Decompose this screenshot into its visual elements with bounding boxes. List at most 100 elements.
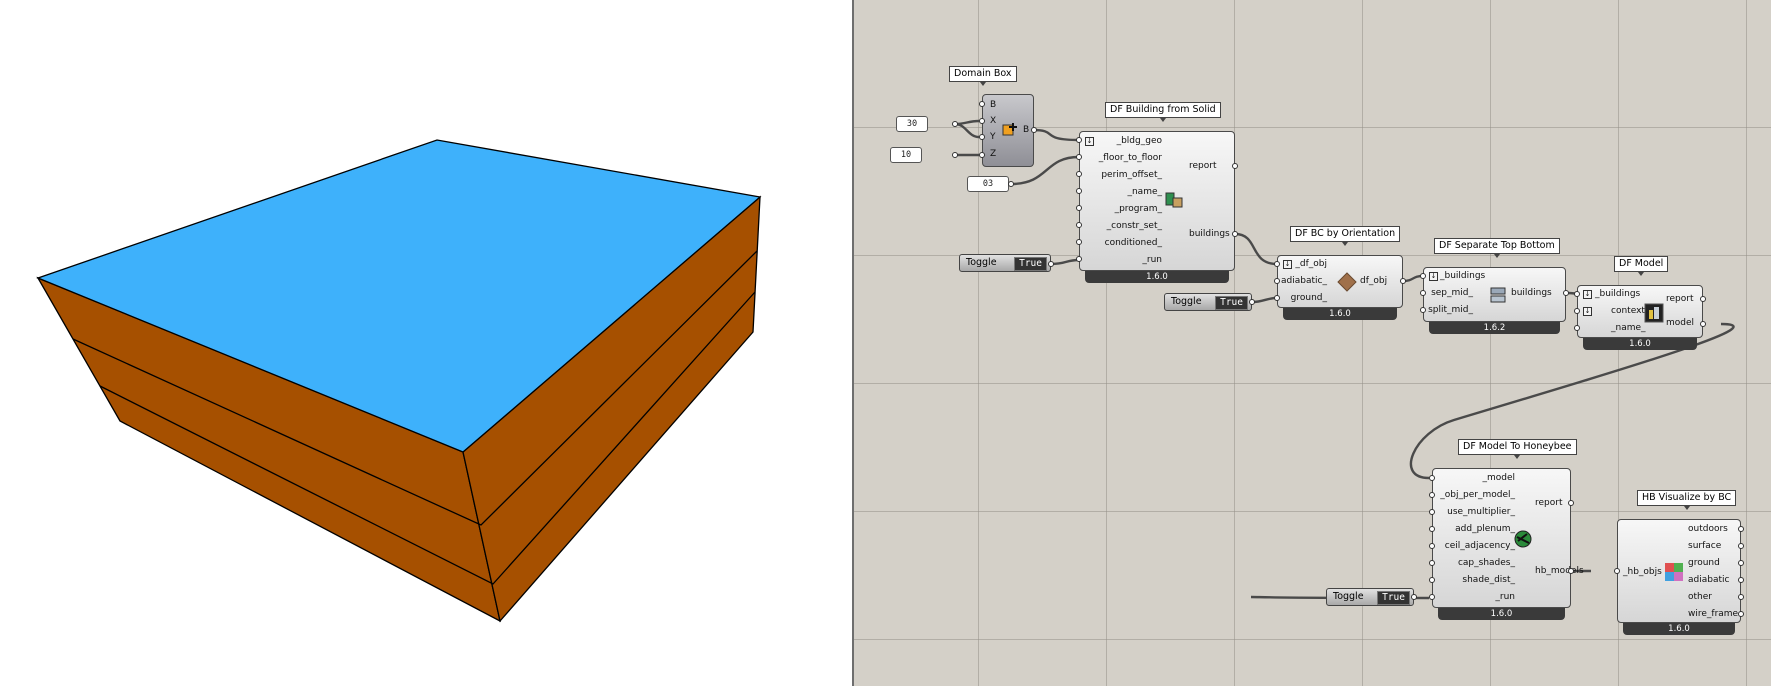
grip[interactable] [1076, 137, 1082, 143]
grip[interactable] [1429, 526, 1435, 532]
grip[interactable] [1429, 475, 1435, 481]
grip[interactable] [1232, 163, 1238, 169]
grip[interactable] [979, 152, 985, 158]
domain-box-input-y: Y [990, 132, 996, 142]
grip[interactable] [1076, 239, 1082, 245]
grip[interactable] [1429, 509, 1435, 515]
df-model-output: report [1666, 294, 1694, 304]
grip[interactable] [1738, 560, 1744, 566]
df-sep-input: split_mid_ [1428, 305, 1473, 315]
grip[interactable] [1274, 261, 1280, 267]
df-sep-component[interactable]: ↓ _buildings sep_mid_ split_mid_ buildin… [1423, 267, 1566, 322]
df-bc-version: 1.6.0 [1283, 308, 1397, 320]
flatten-icon: ↓ [1429, 272, 1438, 281]
box-icon [1002, 123, 1017, 136]
stacked-building-icon [1490, 287, 1506, 303]
grip[interactable] [1568, 568, 1574, 574]
grip[interactable] [1411, 594, 1417, 600]
grip[interactable] [1076, 154, 1082, 160]
df-to-hb-output: report [1535, 498, 1563, 508]
grip[interactable] [1429, 560, 1435, 566]
perim-value-panel[interactable]: 03 [967, 176, 1009, 192]
df-model-title: DF Model [1614, 256, 1669, 276]
hb-vis-output: wire_frame [1688, 609, 1739, 619]
grip[interactable] [1738, 594, 1744, 600]
grasshopper-canvas[interactable]: Domain Box B X Y Z B 30 10 03 DF Buildin… [854, 0, 1771, 686]
grip[interactable] [1076, 222, 1082, 228]
df-to-hb-input: _run [1495, 592, 1515, 602]
grip[interactable] [1232, 231, 1238, 237]
model-icon [1644, 303, 1664, 323]
df-sep-output: buildings [1511, 288, 1552, 298]
grip[interactable] [1574, 308, 1580, 314]
df-building-input: perim_offset_ [1101, 170, 1162, 180]
df-building-input: _bldg_geo [1116, 136, 1162, 146]
grip[interactable] [1031, 127, 1037, 133]
grip[interactable] [1738, 543, 1744, 549]
grip[interactable] [952, 121, 958, 127]
run-toggle-2[interactable]: Toggle True [1164, 293, 1252, 311]
grip[interactable] [979, 101, 985, 107]
grip[interactable] [1738, 526, 1744, 532]
grip[interactable] [1429, 594, 1435, 600]
grip[interactable] [1274, 278, 1280, 284]
rhino-viewport[interactable] [0, 0, 852, 686]
grip[interactable] [952, 152, 958, 158]
grip[interactable] [1274, 295, 1280, 301]
hb-vis-component[interactable]: _hb_objs outdoors surface ground adiabat… [1617, 519, 1741, 623]
domain-box-input-b: B [990, 100, 997, 110]
df-to-hb-output: hb_models [1535, 566, 1584, 576]
df-building-component[interactable]: ↓ _bldg_geo _floor_to_floor perim_offset… [1079, 131, 1235, 271]
grip[interactable] [1008, 181, 1014, 187]
building-massing-3d [36, 139, 762, 623]
grip[interactable] [1563, 290, 1569, 296]
run-toggle-1[interactable]: Toggle True [959, 254, 1051, 272]
grip[interactable] [1249, 299, 1255, 305]
grip[interactable] [1048, 261, 1054, 267]
toggle-label: Toggle [1171, 296, 1202, 307]
x-value-panel[interactable]: 30 [896, 116, 928, 132]
grip[interactable] [979, 118, 985, 124]
grip[interactable] [1076, 205, 1082, 211]
honeybee-icon [1514, 530, 1532, 548]
grip[interactable] [1429, 577, 1435, 583]
grip[interactable] [1420, 290, 1426, 296]
grip[interactable] [1574, 291, 1580, 297]
toggle-value[interactable]: True [1377, 591, 1410, 605]
grip[interactable] [1076, 188, 1082, 194]
grip[interactable] [1568, 500, 1574, 506]
hb-vis-input: _hb_objs [1623, 567, 1662, 577]
run-toggle-3[interactable]: Toggle True [1326, 588, 1414, 606]
grip[interactable] [1738, 577, 1744, 583]
toggle-value[interactable]: True [1215, 296, 1248, 310]
df-bc-component[interactable]: ↓ _df_obj adiabatic_ ground_ df_obj [1277, 255, 1403, 308]
grip[interactable] [1076, 171, 1082, 177]
grip[interactable] [1420, 307, 1426, 313]
grip[interactable] [1700, 296, 1706, 302]
df-building-input: _constr_set_ [1106, 221, 1162, 231]
z-value-panel[interactable]: 10 [890, 147, 922, 163]
df-building-input: _run [1142, 255, 1162, 265]
df-model-input: _buildings [1595, 289, 1641, 299]
grip[interactable] [1076, 256, 1082, 262]
grip[interactable] [1429, 543, 1435, 549]
df-model-component[interactable]: ↓ ↓ _buildings context_ _name_ report mo… [1577, 285, 1703, 338]
df-building-input: _name_ [1127, 187, 1162, 197]
grip[interactable] [1738, 611, 1744, 617]
domain-box-component[interactable]: B X Y Z B [982, 94, 1034, 167]
df-to-hb-component[interactable]: _model _obj_per_model_ use_multiplier_ a… [1432, 468, 1584, 608]
grip[interactable] [1614, 568, 1620, 574]
df-to-hb-input: shade_dist_ [1462, 575, 1515, 585]
toggle-value[interactable]: True [1014, 257, 1047, 271]
df-to-hb-version: 1.6.0 [1438, 608, 1565, 620]
wire-toggle1 [1050, 258, 1080, 266]
grip[interactable] [1400, 278, 1406, 284]
grip[interactable] [1574, 325, 1580, 331]
grip[interactable] [979, 134, 985, 140]
grip[interactable] [1429, 492, 1435, 498]
grip[interactable] [1700, 321, 1706, 327]
flatten-icon: ↓ [1085, 137, 1094, 146]
grip[interactable] [1420, 273, 1426, 279]
df-bc-input: ground_ [1290, 293, 1327, 303]
color-grid-icon [1665, 563, 1683, 581]
